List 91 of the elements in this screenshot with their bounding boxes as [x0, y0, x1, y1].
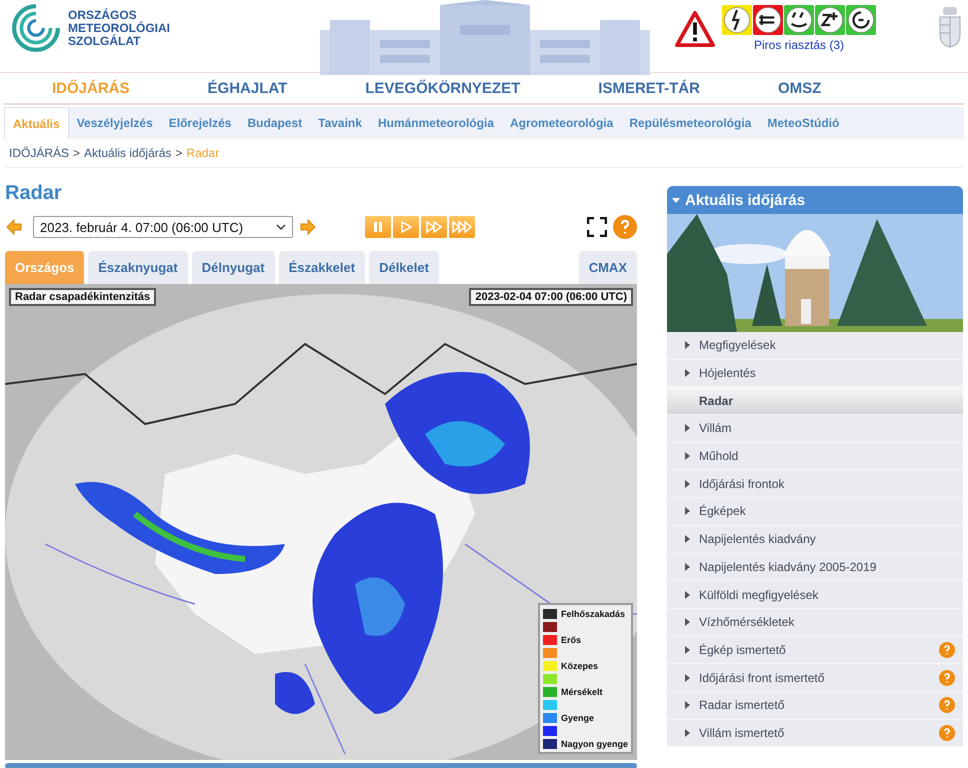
- logo-text: METEOROLÓGIAI: [68, 22, 170, 34]
- legend-label: Erős: [560, 634, 581, 644]
- sidebar-item[interactable]: Villám ismertető: [667, 720, 963, 748]
- help-icon[interactable]: [939, 670, 955, 686]
- triple-arrow-icon: [452, 221, 472, 233]
- fastest-forward-button[interactable]: [449, 216, 475, 238]
- sidebar-item[interactable]: Napijelentés kiadvány 2005-2019: [667, 554, 963, 582]
- region-tab[interactable]: Északkelet: [278, 251, 366, 284]
- main-nav-link[interactable]: ÉGHAJLAT: [208, 80, 288, 96]
- sidebar-item[interactable]: Égkép ismertető: [667, 636, 963, 664]
- weather-warning-icon[interactable]: [722, 5, 752, 35]
- next-arrow-icon[interactable]: [299, 218, 317, 236]
- caret-right-icon: [685, 674, 690, 682]
- region-tab[interactable]: Északnyugat: [88, 251, 188, 284]
- sidebar-item[interactable]: Napijelentés kiadvány: [667, 526, 963, 554]
- play-button[interactable]: [393, 216, 419, 238]
- sub-nav-tab[interactable]: Budapest: [239, 107, 310, 139]
- logo-text: SZOLGÁLAT: [68, 34, 142, 48]
- sidebar-item[interactable]: Villám: [667, 415, 963, 443]
- help-icon[interactable]: [939, 724, 955, 741]
- fast-forward-button[interactable]: [421, 216, 447, 238]
- help-icon[interactable]: [939, 642, 955, 658]
- sub-nav-tab[interactable]: MeteoStúdió: [759, 107, 848, 139]
- legend-label: Gyenge: [560, 712, 594, 722]
- caret-right-icon: [685, 424, 690, 432]
- region-tab[interactable]: CMAX: [578, 251, 637, 284]
- time-select[interactable]: 2023. február 4. 07:00 (06:00 UTC): [33, 216, 293, 238]
- sidebar-item[interactable]: Vízhőmérsékletek: [667, 608, 963, 637]
- caret-right-icon: [685, 369, 690, 378]
- caret-right-icon: [685, 562, 690, 571]
- sidebar-item[interactable]: Radar ismertető: [667, 692, 963, 720]
- play-icon: [400, 221, 412, 233]
- pause-icon: [372, 221, 384, 233]
- sidebar-item[interactable]: Külföldi megfigyelések: [667, 581, 963, 609]
- previous-arrow-icon[interactable]: [5, 218, 23, 236]
- region-tab[interactable]: Délnyugat: [192, 251, 275, 284]
- sub-nav-tab[interactable]: Veszélyjelzés: [68, 107, 161, 139]
- sidebar-item[interactable]: Égképek: [667, 498, 963, 526]
- caret-down-icon: [672, 198, 680, 202]
- pause-button[interactable]: [365, 216, 391, 238]
- main-nav-link[interactable]: ISMERET-TÁR: [598, 80, 700, 96]
- sub-nav-tab[interactable]: Repülésmeteorológia: [621, 107, 760, 139]
- page-title: Radar: [5, 182, 63, 205]
- alert-link[interactable]: Piros riasztás (3): [754, 38, 844, 52]
- legend-label: Nagyon gyenge: [560, 738, 628, 748]
- caret-right-icon: [685, 507, 690, 516]
- legend-label: Közepes: [560, 660, 598, 670]
- sidebar-item[interactable]: Megfigyelések: [667, 332, 963, 360]
- coat-of-arms-icon: [938, 5, 962, 49]
- logo-icon[interactable]: [10, 2, 62, 54]
- weather-warning-icon[interactable]: [815, 5, 845, 35]
- sub-nav-tab[interactable]: Tavaink: [310, 107, 370, 139]
- caret-right-icon: [685, 341, 690, 350]
- legend-label: Mérsékelt: [560, 686, 603, 696]
- fullscreen-icon[interactable]: [587, 217, 607, 237]
- fast-forward-icon: [426, 221, 442, 233]
- legend-label: Felhőszakadás: [560, 608, 626, 618]
- breadcrumb-separator: >: [175, 146, 182, 160]
- map-timestamp: 2023-02-04 07:00 (06:00 UTC): [469, 288, 633, 306]
- map-title: Radar csapadékintenzitás: [9, 288, 156, 306]
- main-nav-link[interactable]: OMSZ: [778, 80, 822, 96]
- sub-nav-tab[interactable]: Előrejelzés: [160, 107, 240, 139]
- sidebar-item[interactable]: Időjárási front ismertető: [667, 664, 963, 692]
- main-nav-link[interactable]: LEVEGŐKÖRNYEZET: [365, 80, 520, 96]
- caret-right-icon: [685, 646, 690, 654]
- breadcrumb-link[interactable]: Aktuális időjárás: [84, 146, 172, 160]
- sidebar-header[interactable]: Aktuális időjárás: [667, 186, 963, 214]
- logo-text: ORSZÁGOS: [68, 8, 137, 22]
- caret-right-icon: [685, 701, 690, 710]
- weather-warning-icon[interactable]: [784, 5, 814, 35]
- help-icon[interactable]: [939, 697, 955, 714]
- caret-right-icon: [685, 728, 690, 737]
- breadcrumb-separator: >: [73, 146, 80, 160]
- warning-icon[interactable]: [674, 10, 716, 48]
- sidebar-item[interactable]: Radar: [667, 387, 963, 416]
- sidebar-title: Aktuális időjárás: [685, 192, 806, 208]
- sidebar-item[interactable]: Időjárási frontok: [667, 470, 963, 498]
- caret-right-icon: [685, 480, 690, 488]
- chevron-down-icon: [276, 224, 286, 230]
- sub-nav-tab[interactable]: Humánmeteorológia: [370, 107, 502, 139]
- sub-nav-tab[interactable]: Agrometeorológia: [502, 107, 622, 139]
- weather-warning-icon[interactable]: [846, 5, 876, 35]
- caret-right-icon: [685, 535, 690, 544]
- sidebar-item[interactable]: Műhold: [667, 442, 963, 470]
- breadcrumb-link[interactable]: IDŐJÁRÁS: [9, 146, 70, 160]
- caret-right-icon: [685, 618, 690, 626]
- caret-right-icon: [685, 590, 690, 599]
- weather-warning-icon[interactable]: [753, 5, 783, 35]
- region-tab[interactable]: Délkelet: [369, 251, 439, 284]
- help-icon[interactable]: [613, 215, 637, 239]
- caret-right-icon: [685, 452, 690, 460]
